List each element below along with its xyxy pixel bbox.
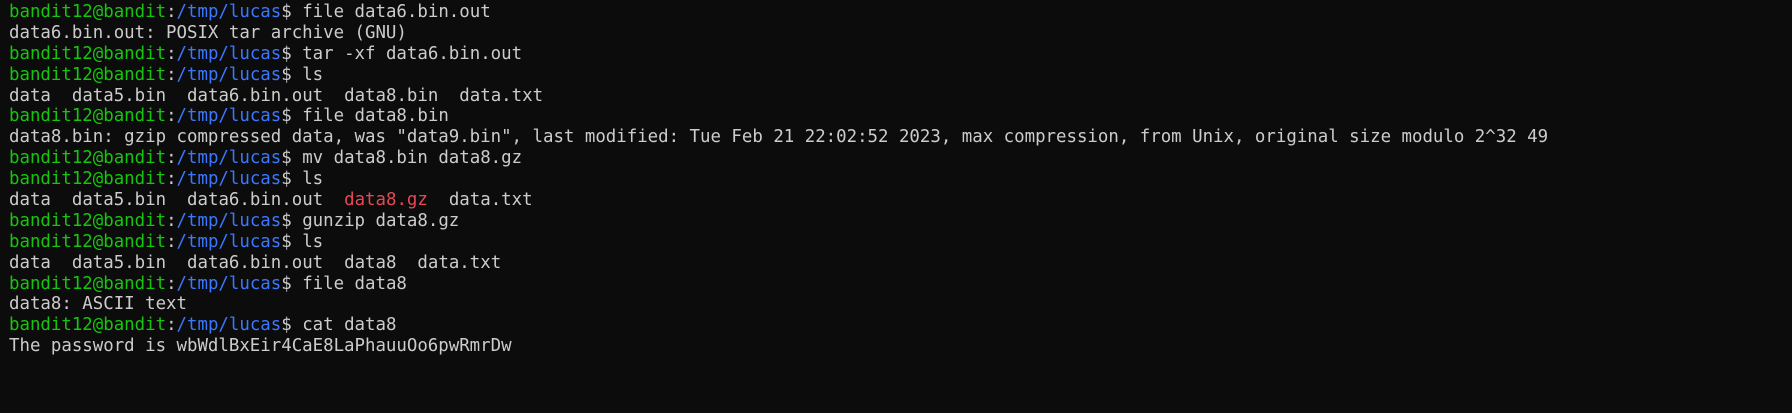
command-text: gunzip data8.gz <box>291 210 460 231</box>
entry-gap <box>166 86 187 106</box>
entry-gap <box>428 190 449 210</box>
prompt-path: /tmp/lucas <box>176 43 282 64</box>
prompt-separator: : <box>166 43 177 64</box>
prompt-user-host: bandit12@bandit <box>9 231 167 252</box>
prompt-user-host: bandit12@bandit <box>9 315 167 336</box>
prompt-symbol: $ <box>281 148 292 169</box>
entry-gap <box>323 253 344 273</box>
file-entry: data5.bin <box>71 85 167 106</box>
entry-gap <box>166 253 187 273</box>
file-entry: data.txt <box>448 190 533 211</box>
prompt-user-host: bandit12@bandit <box>9 2 167 22</box>
prompt-separator: : <box>166 231 177 252</box>
prompt-line: bandit12@bandit:/tmp/lucas$ tar -xf data… <box>9 44 1792 65</box>
prompt-line: bandit12@bandit:/tmp/lucas$ gunzip data8… <box>9 211 1792 232</box>
prompt-path: /tmp/lucas <box>176 231 282 252</box>
prompt-path: /tmp/lucas <box>176 148 282 169</box>
prompt-separator: : <box>166 169 177 190</box>
prompt-path: /tmp/lucas <box>176 64 282 85</box>
command-text: file data8.bin <box>291 106 449 127</box>
prompt-path: /tmp/lucas <box>176 2 282 22</box>
prompt-user-host: bandit12@bandit <box>9 210 167 231</box>
prompt-separator: : <box>166 148 177 169</box>
entry-gap <box>323 86 344 106</box>
entry-gap <box>323 190 344 210</box>
output-line: data8: ASCII text <box>9 294 1792 315</box>
output-text: data8.bin: gzip compressed data, was "da… <box>9 127 1549 148</box>
file-entry: data.txt <box>417 252 502 273</box>
prompt-path: /tmp/lucas <box>176 273 282 294</box>
prompt-user-host: bandit12@bandit <box>9 43 167 64</box>
prompt-symbol: $ <box>281 64 292 85</box>
file-entry: data5.bin <box>71 252 167 273</box>
file-entry: data6.bin.out <box>187 85 324 106</box>
prompt-path: /tmp/lucas <box>176 315 282 336</box>
command-text: ls <box>291 64 324 85</box>
file-entry: data.txt <box>459 85 544 106</box>
file-entry: data5.bin <box>71 190 167 211</box>
prompt-symbol: $ <box>281 169 292 190</box>
prompt-user-host: bandit12@bandit <box>9 273 167 294</box>
prompt-user-host: bandit12@bandit <box>9 64 167 85</box>
prompt-symbol: $ <box>281 273 292 294</box>
prompt-separator: : <box>166 315 177 336</box>
entry-gap <box>51 86 72 106</box>
prompt-line: bandit12@bandit:/tmp/lucas$ ls <box>9 65 1792 86</box>
command-text: file data6.bin.out <box>291 2 491 22</box>
archive-file-entry: data8.gz <box>344 190 428 211</box>
prompt-line: bandit12@bandit:/tmp/lucas$ mv data8.bin… <box>9 148 1792 169</box>
prompt-symbol: $ <box>281 106 292 127</box>
prompt-separator: : <box>166 64 177 85</box>
prompt-line: bandit12@bandit:/tmp/lucas$ ls <box>9 169 1792 190</box>
prompt-separator: : <box>166 210 177 231</box>
prompt-user-host: bandit12@bandit <box>9 106 167 127</box>
prompt-line: bandit12@bandit:/tmp/lucas$ file data8 <box>9 274 1792 295</box>
command-text: cat data8 <box>291 315 397 336</box>
terminal-window[interactable]: bandit12@bandit:/tmp/lucas$ file data6.b… <box>0 0 1792 413</box>
output-line: data8.bin: gzip compressed data, was "da… <box>9 127 1792 148</box>
prompt-symbol: $ <box>281 43 292 64</box>
ls-output-line: data data5.bin data6.bin.out data8.gz da… <box>9 190 1792 211</box>
file-entry: data6.bin.out <box>187 252 324 273</box>
prompt-user-host: bandit12@bandit <box>9 148 167 169</box>
output-text: The password is wbWdlBxEir4CaE8LaPhauuOo… <box>9 336 512 357</box>
prompt-separator: : <box>166 106 177 127</box>
command-text: ls <box>291 169 324 190</box>
prompt-separator: : <box>166 273 177 294</box>
prompt-user-host: bandit12@bandit <box>9 169 167 190</box>
file-entry: data8.bin <box>344 85 439 106</box>
prompt-symbol: $ <box>281 2 292 22</box>
prompt-line: bandit12@bandit:/tmp/lucas$ file data6.b… <box>9 2 1792 23</box>
output-line: The password is wbWdlBxEir4CaE8LaPhauuOo… <box>9 336 1792 357</box>
prompt-line: bandit12@bandit:/tmp/lucas$ file data8.b… <box>9 106 1792 127</box>
entry-gap <box>51 190 72 210</box>
command-text: file data8 <box>291 273 407 294</box>
command-text: mv data8.bin data8.gz <box>291 148 523 169</box>
prompt-symbol: $ <box>281 315 292 336</box>
prompt-path: /tmp/lucas <box>176 106 282 127</box>
file-entry: data <box>9 85 51 106</box>
entry-gap <box>51 253 72 273</box>
output-line: data6.bin.out: POSIX tar archive (GNU) <box>9 23 1792 44</box>
prompt-path: /tmp/lucas <box>176 169 282 190</box>
output-text: data8: ASCII text <box>9 294 187 315</box>
entry-gap <box>438 86 459 106</box>
file-entry: data <box>9 252 51 273</box>
prompt-path: /tmp/lucas <box>176 210 282 231</box>
command-text: tar -xf data6.bin.out <box>291 43 523 64</box>
ls-output-line: data data5.bin data6.bin.out data8 data.… <box>9 253 1792 274</box>
command-text: ls <box>291 231 324 252</box>
entry-gap <box>396 253 417 273</box>
file-entry: data6.bin.out <box>187 190 324 211</box>
prompt-separator: : <box>166 2 177 22</box>
output-text: data6.bin.out: POSIX tar archive (GNU) <box>9 22 407 43</box>
file-entry: data8 <box>344 252 397 273</box>
file-entry: data <box>9 190 51 211</box>
prompt-line: bandit12@bandit:/tmp/lucas$ cat data8 <box>9 315 1792 336</box>
prompt-line: bandit12@bandit:/tmp/lucas$ ls <box>9 232 1792 253</box>
entry-gap <box>166 190 187 210</box>
prompt-symbol: $ <box>281 231 292 252</box>
ls-output-line: data data5.bin data6.bin.out data8.bin d… <box>9 86 1792 107</box>
prompt-symbol: $ <box>281 210 292 231</box>
